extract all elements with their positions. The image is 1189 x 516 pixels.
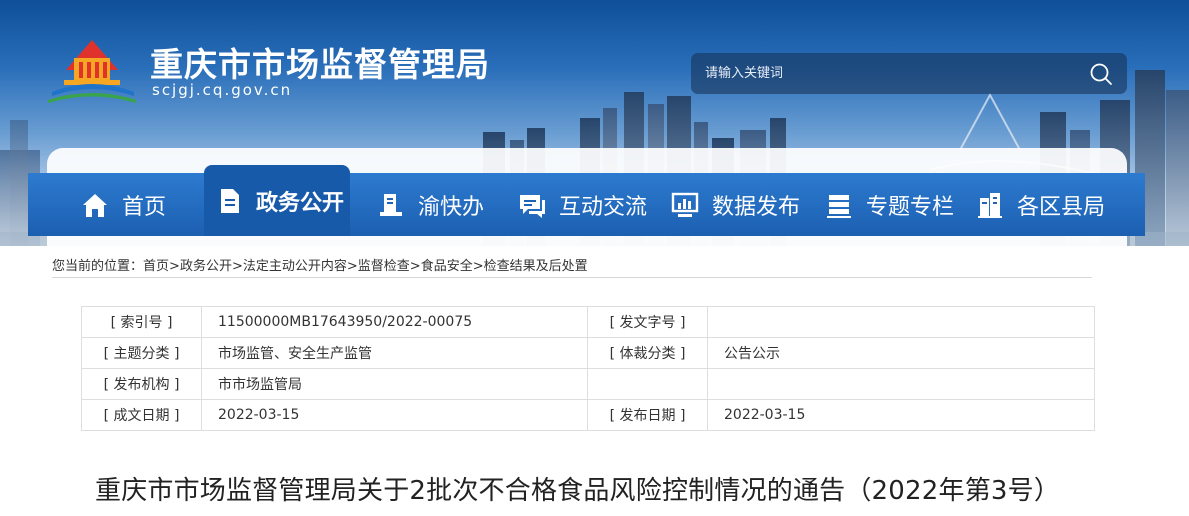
breadcrumb-separator: > <box>472 259 484 274</box>
site-title: 重庆市市场监督管理局 <box>150 45 490 84</box>
meta-value-document-number <box>707 306 1095 338</box>
search-input[interactable] <box>691 53 1071 94</box>
article-title: 重庆市市场监督管理局关于2批次不合格食品风险控制情况的通告（2022年第3号） <box>95 476 1061 506</box>
meta-value-empty <box>707 368 1095 400</box>
nav-item-interaction[interactable]: 互动交流 <box>517 173 647 236</box>
buildings-icon <box>975 190 1005 220</box>
nav-item-data-release[interactable]: 数据发布 <box>670 173 800 236</box>
service-icon <box>376 190 406 220</box>
search-box <box>691 53 1127 94</box>
nav-item-label: 首页 <box>122 194 167 220</box>
meta-key-document-number: [ 发文字号 ] <box>587 306 708 338</box>
breadcrumb: 您当前的位置：首页>政务公开>法定主动公开内容>监督检查>食品安全>检查结果及后… <box>52 255 588 274</box>
nav-item-district-bureaus[interactable]: 各区县局 <box>975 173 1105 236</box>
breadcrumb-separator: > <box>169 259 180 274</box>
breadcrumb-prefix: 您当前的位置： <box>52 259 144 274</box>
nav-item-yukuaiban[interactable]: 渝快办 <box>376 173 484 236</box>
stack-icon <box>824 190 854 220</box>
breadcrumb-separator: > <box>346 259 358 274</box>
breadcrumb-link[interactable]: 法定主动公开内容 <box>243 259 347 274</box>
home-icon <box>80 190 110 220</box>
breadcrumb-link[interactable]: 监督检查 <box>358 259 410 274</box>
meta-key-publish-date: [ 发布日期 ] <box>587 399 708 431</box>
meta-value-index-number: 11500000MB17643950/2022-00075 <box>201 306 588 338</box>
nav-item-government-affairs[interactable]: 政务公开 <box>204 165 350 236</box>
meta-value-genre-category: 公告公示 <box>707 337 1095 369</box>
nav-item-label: 互动交流 <box>559 194 648 220</box>
breadcrumb-link[interactable]: 检查结果及后处置 <box>484 259 588 274</box>
table-row: [ 主题分类 ] 市场监管、安全生产监管 [ 体裁分类 ] 公告公示 <box>81 337 1095 369</box>
site-logo <box>48 40 136 103</box>
meta-key-index-number: [ 索引号 ] <box>81 306 202 338</box>
meta-value-subject-category: 市场监管、安全生产监管 <box>201 337 588 369</box>
breadcrumb-link[interactable]: 政务公开 <box>180 259 232 274</box>
nav-item-home[interactable]: 首页 <box>80 173 166 236</box>
meta-key-empty <box>587 368 708 400</box>
nav-item-label: 政务公开 <box>256 190 345 216</box>
table-row: [ 索引号 ] 11500000MB17643950/2022-00075 [ … <box>81 306 1095 338</box>
nav-item-label: 数据发布 <box>712 194 801 220</box>
meta-value-issuing-agency: 市市场监管局 <box>201 368 588 400</box>
table-row: [ 发布机构 ] 市市场监管局 <box>81 368 1095 400</box>
breadcrumb-separator: > <box>231 259 243 274</box>
nav-item-label: 各区县局 <box>1017 194 1106 220</box>
search-icon[interactable] <box>1089 62 1113 86</box>
nav-item-label: 渝快办 <box>418 194 485 220</box>
meta-value-publish-date: 2022-03-15 <box>707 399 1095 431</box>
nav-item-special-topics[interactable]: 专题专栏 <box>824 173 954 236</box>
document-meta-table: [ 索引号 ] 11500000MB17643950/2022-00075 [ … <box>81 306 1095 431</box>
breadcrumb-divider <box>52 277 1092 278</box>
chart-monitor-icon <box>670 190 700 220</box>
chat-icon <box>517 190 547 220</box>
breadcrumb-link[interactable]: 首页 <box>143 259 169 274</box>
nav-item-label: 专题专栏 <box>866 194 955 220</box>
meta-key-written-date: [ 成文日期 ] <box>81 399 202 431</box>
meta-key-genre-category: [ 体裁分类 ] <box>587 337 708 369</box>
meta-key-subject-category: [ 主题分类 ] <box>81 337 202 369</box>
table-row: [ 成文日期 ] 2022-03-15 [ 发布日期 ] 2022-03-15 <box>81 399 1095 431</box>
breadcrumb-link[interactable]: 食品安全 <box>421 259 473 274</box>
meta-key-issuing-agency: [ 发布机构 ] <box>81 368 202 400</box>
site-domain: scjgj.cq.gov.cn <box>152 81 293 99</box>
document-icon <box>214 186 244 216</box>
breadcrumb-separator: > <box>409 259 421 274</box>
meta-value-written-date: 2022-03-15 <box>201 399 588 431</box>
